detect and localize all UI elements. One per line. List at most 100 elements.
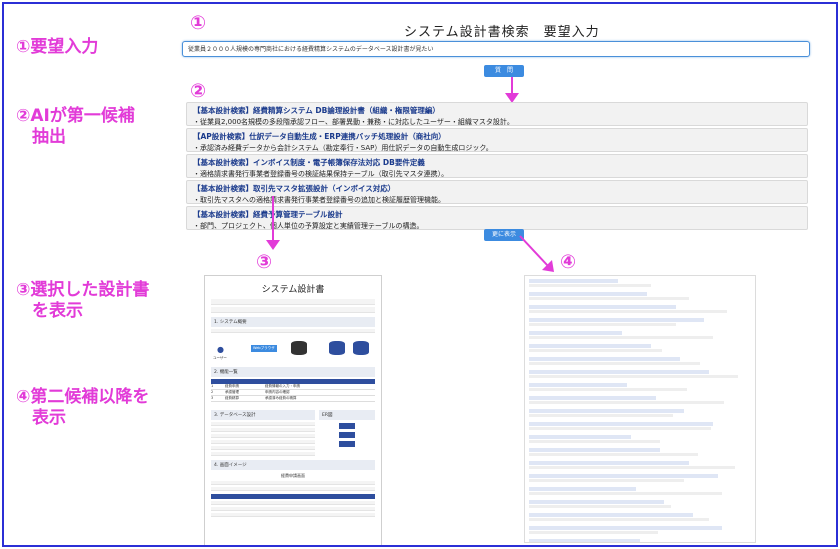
list-item[interactable] xyxy=(529,435,751,443)
list-item-title xyxy=(529,318,705,322)
result-desc: ・従業員2,000名規模の多段階承認フロー、部署異動・兼務・に対応したユーザー・… xyxy=(193,118,514,126)
list-item[interactable] xyxy=(529,474,751,482)
page-title: システム設計書検索 要望入力 xyxy=(404,25,600,40)
search-input[interactable]: 従業員２０００人規模の専門商社における経費精算システムのデータベース設計書が見た… xyxy=(182,41,810,57)
step-3-line2: を表示 xyxy=(32,301,83,322)
list-item-desc xyxy=(529,453,698,456)
list-item-desc xyxy=(529,531,658,534)
list-item[interactable] xyxy=(529,331,751,339)
list-item[interactable] xyxy=(529,500,751,508)
list-item-desc xyxy=(529,349,663,352)
list-item[interactable] xyxy=(529,539,751,542)
er-block: ER図 xyxy=(319,406,375,456)
doc-text-row xyxy=(211,481,375,485)
doc-text-row xyxy=(211,487,375,491)
list-item-title xyxy=(529,370,709,374)
doc-title: システム設計書 xyxy=(261,285,325,295)
list-item-title xyxy=(529,500,665,504)
list-item[interactable] xyxy=(529,422,751,430)
list-item-title xyxy=(529,487,636,491)
ask-button[interactable]: 質 問 xyxy=(484,65,524,77)
list-item-title xyxy=(529,396,656,400)
database-icon xyxy=(329,341,345,355)
list-item-title xyxy=(529,448,660,452)
doc-text-row xyxy=(211,440,315,444)
result-item[interactable]: 【基本設計検索】経費精算システム DB論理設計書（組織・権限管理編） ・従業員2… xyxy=(186,102,808,126)
doc-text-row xyxy=(211,422,315,426)
list-item-title xyxy=(529,292,647,296)
list-item-title xyxy=(529,383,627,387)
list-item-desc xyxy=(529,401,725,404)
step-3-label: ③選択した設計書 を表示 xyxy=(16,280,149,323)
list-item[interactable] xyxy=(529,292,751,300)
list-item[interactable] xyxy=(529,487,751,495)
doc-text-row xyxy=(211,452,315,456)
design-document-preview: システム設計書 1. システム概要 ● ユーザー Webブラウザ 2. 機能一覧… xyxy=(204,275,382,545)
list-item[interactable] xyxy=(529,279,751,287)
result-item[interactable]: 【基本設計検索】経費予算管理テーブル設計 ・部門、プロジェクト、個人単位の予算設… xyxy=(186,206,808,230)
step-4-line1: ④第二候補以降を xyxy=(16,387,150,407)
screen-mock-title: 経費申請画面 xyxy=(281,473,305,478)
step-2-line2: 抽出 xyxy=(32,127,66,148)
list-item-desc xyxy=(529,505,672,508)
function-table: 1 経費申請 経費情報の入力・申請 2 承認管理 申請内容の確認 3 経費精算 … xyxy=(211,379,375,402)
list-item[interactable] xyxy=(529,344,751,352)
list-item[interactable] xyxy=(529,526,751,534)
list-item[interactable] xyxy=(529,318,751,326)
er-entity xyxy=(339,432,355,438)
result-item[interactable]: 【基本設計検索】インボイス制度・電子帳簿保存法対応 DB要件定義 ・適格請求書発… xyxy=(186,154,808,178)
result-desc: ・承認済み経費データから会計システム（勘定奉行・SAP）用仕訳データの自動生成ロ… xyxy=(193,144,493,152)
list-item[interactable] xyxy=(529,461,751,469)
result-title: 【基本設計検索】経費予算管理テーブル設計 xyxy=(193,210,343,219)
func-desc: 経費情報の入力・申請 xyxy=(265,384,300,388)
list-item-desc xyxy=(529,479,685,482)
doc-meta-row xyxy=(211,307,375,313)
list-item-desc xyxy=(529,492,723,495)
list-item[interactable] xyxy=(529,370,751,378)
server-icon xyxy=(291,341,307,355)
list-item[interactable] xyxy=(529,513,751,521)
list-item-title xyxy=(529,435,632,439)
more-candidates-list xyxy=(524,275,756,543)
result-item[interactable]: 【AP設計検索】仕訳データ自動生成・ERP連携バッチ処理設計（商社向） ・承認済… xyxy=(186,128,808,152)
list-item-title xyxy=(529,539,640,542)
database-icon xyxy=(353,341,369,355)
table-row: 3 経費精算 承認済み経費の精算 xyxy=(211,396,375,402)
marker-3: ③ xyxy=(256,251,273,273)
er-entity xyxy=(339,423,355,429)
list-item-desc xyxy=(529,375,738,378)
doc-architecture-diagram: ● ユーザー Webブラウザ xyxy=(211,337,375,363)
list-item[interactable] xyxy=(529,357,751,365)
marker-1: ① xyxy=(190,12,207,34)
list-item-desc xyxy=(529,362,700,365)
list-item-title xyxy=(529,526,723,530)
result-desc: ・取引先マスタへの適格請求書発行事業者登録番号の追加と検証履歴管理機能。 xyxy=(193,196,445,204)
list-item[interactable] xyxy=(529,448,751,456)
list-item-desc xyxy=(529,284,652,287)
doc-section-3b: ER図 xyxy=(319,410,375,420)
screen-mock-table-header xyxy=(211,494,375,499)
user-icon: ● xyxy=(217,345,224,354)
list-item[interactable] xyxy=(529,305,751,313)
list-item-title xyxy=(529,461,689,465)
list-item[interactable] xyxy=(529,383,751,391)
list-item-title xyxy=(529,279,618,283)
arrow-4 xyxy=(519,235,554,272)
result-item[interactable]: 【基本設計検索】取引先マスタ拡張設計（インボイス対応） ・取引先マスタへの適格請… xyxy=(186,180,808,204)
list-item-title xyxy=(529,409,685,413)
arrow-head-3 xyxy=(266,240,280,250)
result-title: 【基本設計検索】経費精算システム DB論理設計書（組織・権限管理編） xyxy=(193,106,440,115)
step-3-line1: ③選択した設計書 xyxy=(16,280,150,300)
list-item-desc xyxy=(529,414,674,417)
list-item-desc xyxy=(529,466,736,469)
doc-text-row xyxy=(211,329,375,333)
list-item-desc xyxy=(529,297,689,300)
list-item-title xyxy=(529,513,694,517)
list-item[interactable] xyxy=(529,396,751,404)
result-desc: ・適格請求書発行事業者登録番号の検証結果保持テーブル（取引先マスタ連携）。 xyxy=(193,170,449,178)
db-design-block: 3. データベース設計 xyxy=(211,406,315,456)
func-name: 経費精算 xyxy=(225,396,239,400)
list-item[interactable] xyxy=(529,409,751,417)
func-name: 承認管理 xyxy=(225,390,239,394)
list-item-title xyxy=(529,331,623,335)
